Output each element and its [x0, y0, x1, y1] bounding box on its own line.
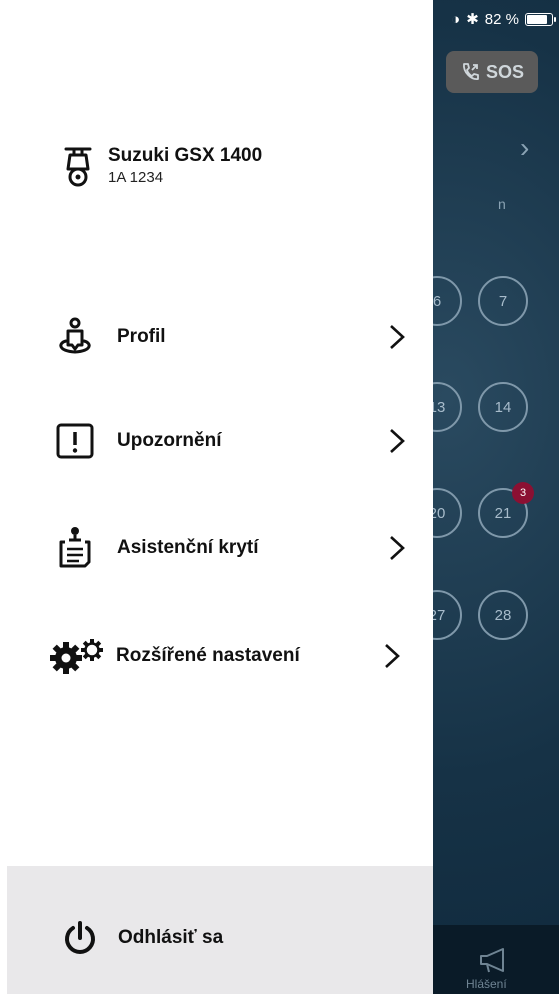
- menu-label-alerts: Upozornění: [117, 430, 222, 451]
- logout-section: Odhlásiť sa: [7, 866, 433, 994]
- menu-item-alerts[interactable]: Upozornění: [55, 419, 405, 463]
- menu-item-profile[interactable]: Profil: [55, 315, 405, 359]
- tab-hlaseni[interactable]: Hlášení: [466, 977, 507, 991]
- profile-pin-icon: [55, 315, 105, 359]
- vehicle-plate: 1A 1234: [108, 169, 164, 186]
- alarm-icon: ◑: [451, 10, 461, 28]
- calendar-day[interactable]: 28: [478, 590, 528, 640]
- side-drawer: Suzuki GSX 1400 1A 1234 Profil Upozorněn…: [0, 0, 433, 994]
- menu-label-assistance: Asistenční krytí: [117, 537, 259, 558]
- logout-button[interactable]: Odhlásiť sa: [62, 920, 223, 956]
- sos-label: SOS: [485, 61, 524, 82]
- phone-icon: [463, 63, 479, 80]
- notification-badge: 3: [512, 482, 534, 504]
- alert-icon: [55, 419, 105, 463]
- sos-button[interactable]: SOS: [446, 51, 538, 93]
- gears-icon: [50, 634, 108, 678]
- scooter-icon: [64, 147, 92, 187]
- calendar-day[interactable]: 7: [478, 276, 528, 326]
- next-chevron-icon[interactable]: ›: [520, 132, 529, 164]
- megaphone-icon[interactable]: [478, 946, 510, 974]
- menu-item-advanced-settings[interactable]: Rozšířené nastavení: [50, 634, 400, 678]
- vehicle-header[interactable]: Suzuki GSX 1400 1A 1234: [60, 145, 262, 189]
- battery-icon: [525, 12, 556, 26]
- logout-label: Odhlásiť sa: [118, 927, 224, 948]
- vehicle-name: Suzuki GSX 1400: [108, 145, 263, 166]
- menu-label-advanced-settings: Rozšířené nastavení: [116, 645, 300, 666]
- calendar-day[interactable]: 14: [478, 382, 528, 432]
- bluetooth-icon: ✱: [466, 11, 479, 28]
- chevron-right-icon: [381, 535, 405, 561]
- chevron-right-icon: [381, 428, 405, 454]
- clipboard-icon: [55, 526, 105, 570]
- weekday-header: n: [498, 196, 506, 212]
- chevron-right-icon: [376, 643, 400, 669]
- power-icon: [65, 921, 95, 954]
- menu-item-assistance[interactable]: Asistenční krytí: [55, 526, 405, 570]
- menu-label-profile: Profil: [117, 326, 166, 347]
- battery-text: 82 %: [484, 10, 519, 28]
- chevron-right-icon: [381, 324, 405, 350]
- status-bar: ◑ ✱ 82 %: [451, 10, 556, 28]
